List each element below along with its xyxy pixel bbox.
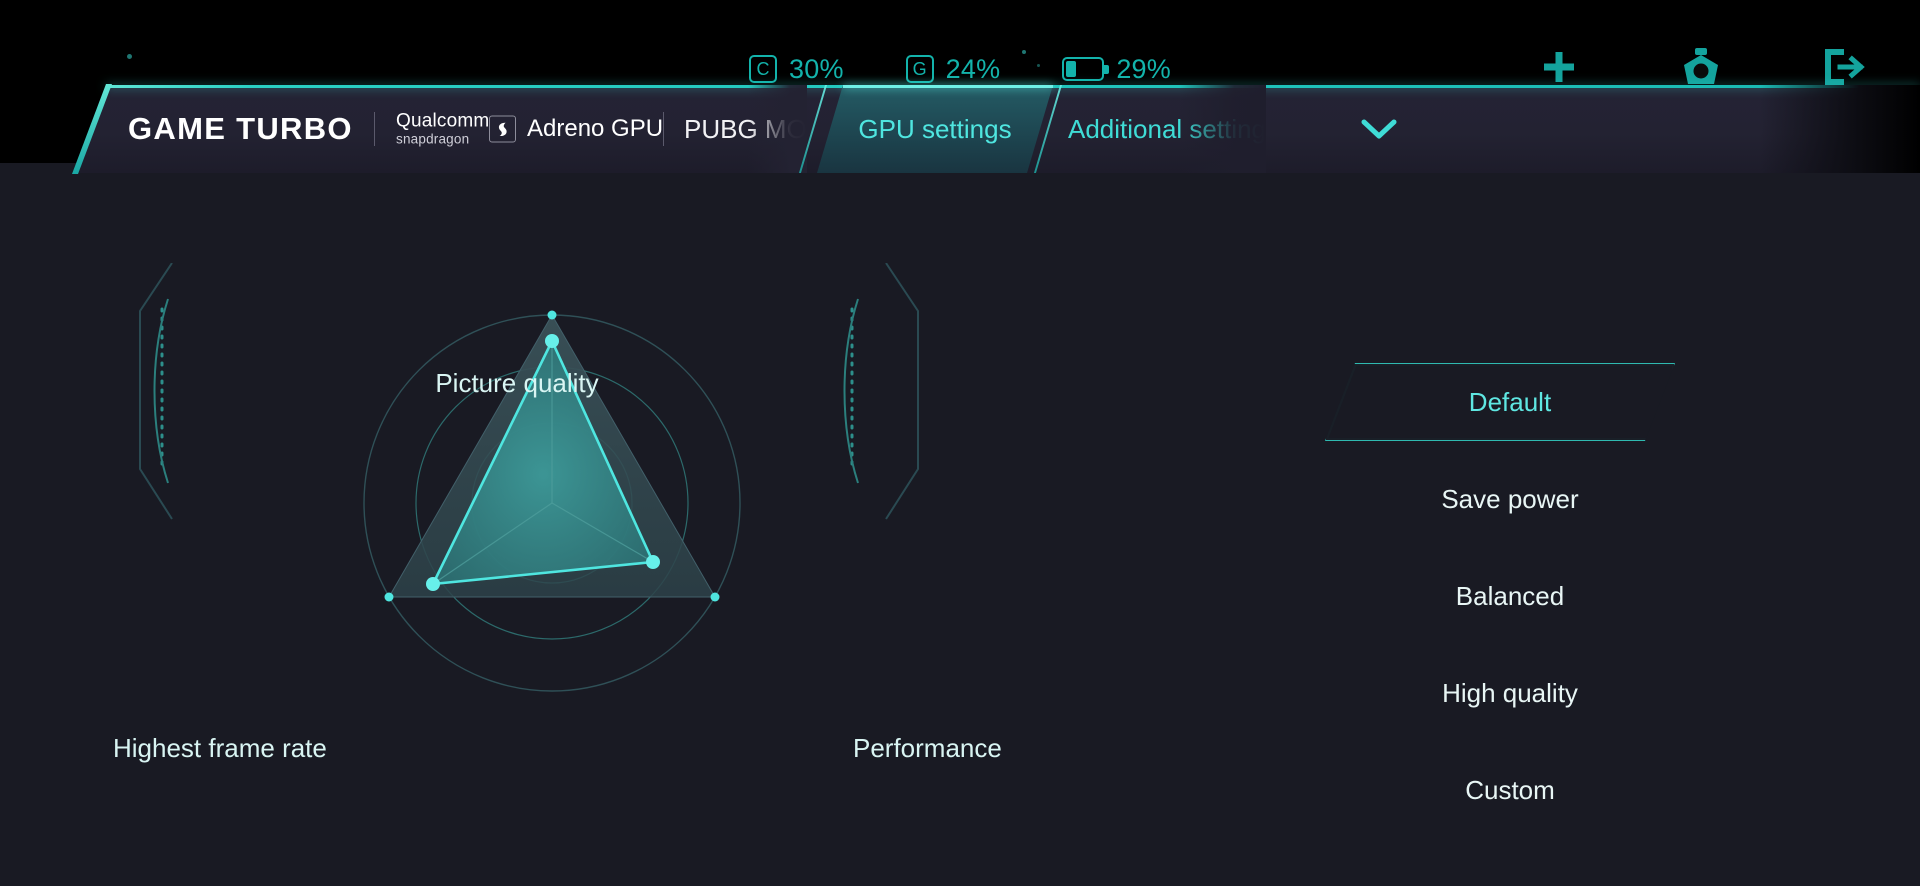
preset-high-quality[interactable]: High quality [1335,654,1685,732]
tab-pubg-mobile-label: PUBG MO [684,113,807,144]
radar-label-performance: Performance [853,733,1002,763]
game-turbo-overlay: C 30% G 24% 29% GAME TURBO Qualcomm snap… [0,0,1920,886]
tab-gpu-settings-underline [843,85,1053,88]
tab-additional-settings[interactable]: Additional setting [1068,85,1267,173]
radar-label-frame-rate: Highest frame rate [113,733,327,763]
tab-gpu-settings[interactable]: GPU settings [817,85,1053,173]
preset-save-power[interactable]: Save power [1335,460,1685,538]
radar-max-point-picture-quality [547,310,557,320]
preset-balanced[interactable]: Balanced [1335,557,1685,635]
gpu-chip-icon: G [905,55,934,83]
snapdragon-logo-icon [489,115,516,143]
chevron-down-icon[interactable] [1356,106,1402,152]
sparkle-decoration [1037,64,1040,67]
gpu-usage: G 24% [905,53,1001,85]
top-icon-group [1536,44,1866,90]
radar-handle-frame-rate [426,577,440,591]
preset-custom-label: Custom [1465,774,1555,805]
divider [374,112,375,146]
battery-status: 29% [1062,54,1171,85]
preset-list: Default Save power Balanced High quality… [1325,363,1685,848]
radar-max-point-performance [710,592,720,602]
cpu-usage-value: 30% [789,53,844,84]
qualcomm-label: Qualcomm [396,110,490,132]
right-decoration-bracket [843,263,919,520]
sparkle-decoration [1022,50,1026,54]
radar-label-picture-quality: Picture quality [435,368,599,398]
tab-pubg-mobile[interactable]: PUBG MO [684,85,807,173]
sparkle-decoration [127,54,132,59]
exit-icon[interactable] [1820,44,1866,90]
main-content: Picture quality Highest frame rate Perfo… [0,163,1920,886]
left-decoration-bracket [139,263,173,520]
gpu-settings-radar-chart [322,273,782,733]
preset-default-label: Default [1468,386,1552,417]
divider [663,112,664,146]
qualcomm-branding: Qualcomm snapdragon [396,110,490,147]
radar-max-point-frame-rate [384,592,394,602]
preset-default[interactable]: Default [1325,363,1685,441]
radar-handle-performance [646,555,660,569]
gpu-name-label: Adreno GPU [527,115,664,142]
cpu-usage: C 30% [749,54,844,85]
preset-save-power-label: Save power [1441,483,1579,514]
tab-additional-settings-label: Additional setting [1068,113,1267,144]
snapdragon-label: snapdragon [396,131,470,147]
add-icon[interactable] [1536,44,1582,90]
screenshot-icon[interactable] [1678,44,1724,90]
radar-handle-picture-quality [545,334,559,348]
preset-balanced-label: Balanced [1455,580,1565,611]
battery-icon [1062,57,1110,81]
tab-gpu-settings-label: GPU settings [858,113,1012,144]
preset-high-quality-label: High quality [1442,677,1578,708]
preset-custom[interactable]: Custom [1335,751,1685,829]
nav-right-fade [1760,85,1920,173]
navigation-bar: GAME TURBO Qualcomm snapdragon Adreno GP… [0,84,1920,174]
gpu-usage-value: 24% [945,53,1001,84]
app-title: GAME TURBO [128,111,353,146]
battery-value: 29% [1116,53,1171,84]
cpu-chip-icon: C [749,55,778,83]
